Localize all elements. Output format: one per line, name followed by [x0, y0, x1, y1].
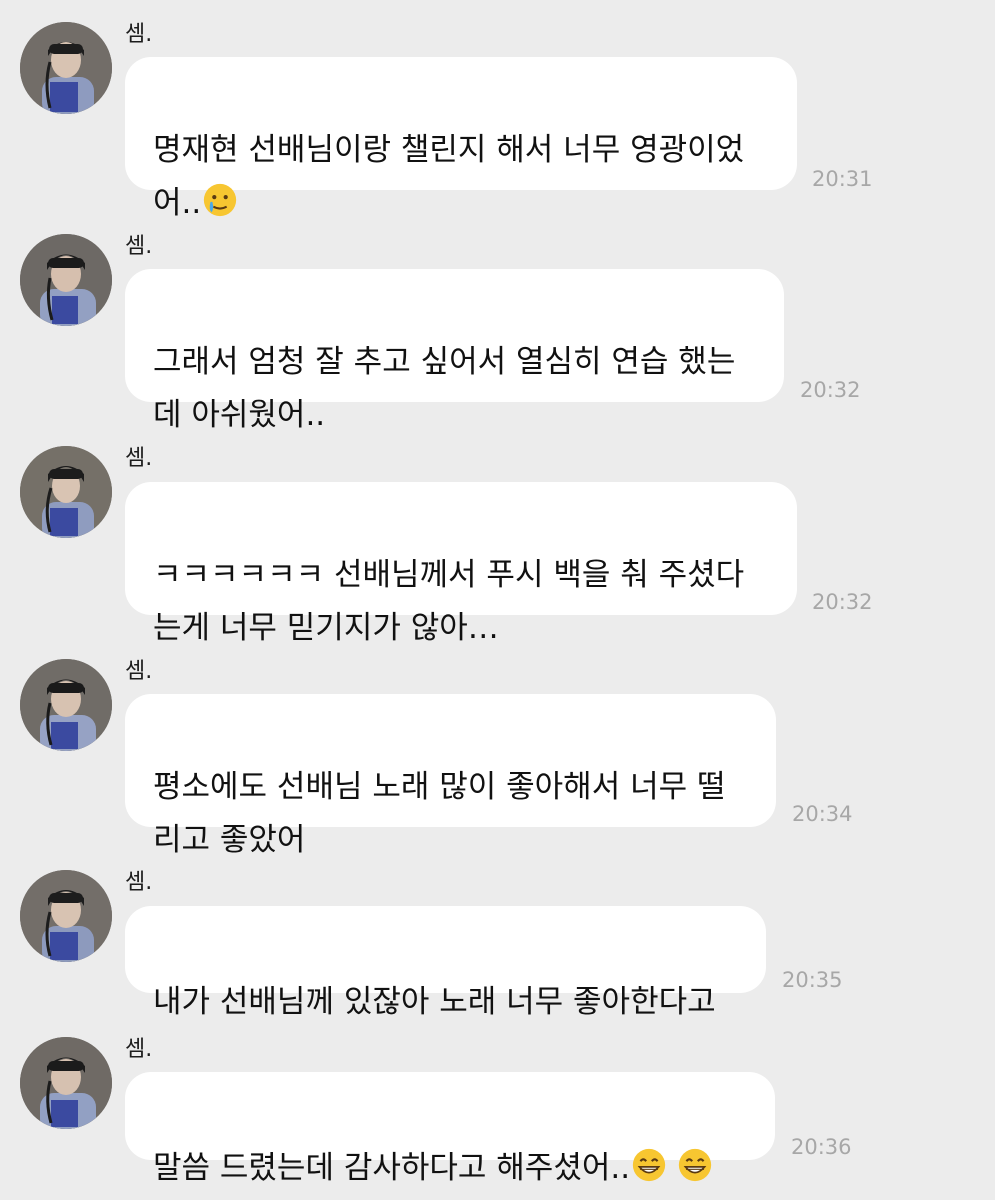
- avatar[interactable]: [20, 1037, 112, 1129]
- message-bubble[interactable]: 평소에도 선배님 노래 많이 좋아해서 너무 떨 리고 좋았어: [125, 694, 776, 858]
- sender-name: 셈.: [125, 234, 153, 259]
- avatar[interactable]: [20, 446, 112, 538]
- sender-name: 셈.: [125, 1037, 153, 1062]
- timestamp: 20:32: [812, 590, 873, 614]
- message-text: 평소에도 선배님 노래 많이 좋아해서 너무 떨 리고 좋았어: [153, 769, 726, 858]
- timestamp: 20:32: [800, 378, 861, 402]
- timestamp: 20:36: [791, 1135, 852, 1159]
- message-text: 말씀 드렸는데 감사하다고 해주셨어..: [153, 1150, 631, 1186]
- avatar[interactable]: [20, 870, 112, 962]
- sender-name: 셈.: [125, 446, 153, 471]
- sender-name: 셈.: [125, 870, 153, 895]
- timestamp: 20:31: [812, 167, 873, 191]
- sender-name: 셈.: [125, 22, 153, 47]
- message-text: 내가 선배님께 있잖아 노래 너무 좋아한다고: [153, 984, 716, 1020]
- timestamp: 20:34: [792, 802, 853, 826]
- message-text: 그래서 엄청 잘 추고 싶어서 열심히 연습 했는 데 아쉬웠어..: [153, 344, 736, 433]
- chat-screen: { "messages": [ {"sender": "셈.", "text":…: [0, 0, 995, 1200]
- timestamp: 20:35: [782, 968, 843, 992]
- message-bubble[interactable]: 말씀 드렸는데 감사하다고 해주셨어..: [125, 1072, 775, 1186]
- message-text: ㅋㅋㅋㅋㅋㅋ 선배님께서 푸시 백을 춰 주셨다 는게 너무 믿기지가 않아…: [153, 557, 745, 646]
- avatar[interactable]: [20, 22, 112, 114]
- message-bubble[interactable]: ㅋㅋㅋㅋㅋㅋ 선배님께서 푸시 백을 춰 주셨다 는게 너무 믿기지가 않아…: [125, 482, 797, 646]
- grinning-face-icon: [632, 1148, 666, 1182]
- sender-name: 셈.: [125, 659, 153, 684]
- message-bubble[interactable]: 그래서 엄청 잘 추고 싶어서 열심히 연습 했는 데 아쉬웠어..: [125, 269, 784, 433]
- crying-smile-icon: [204, 183, 237, 217]
- grinning-face-icon: [678, 1148, 712, 1182]
- message-text: 명재현 선배님이랑 챌린지 해서 너무 영광이었 어..: [153, 132, 745, 221]
- message-bubble[interactable]: 내가 선배님께 있잖아 노래 너무 좋아한다고: [125, 906, 766, 1020]
- message-bubble[interactable]: 명재현 선배님이랑 챌린지 해서 너무 영광이었 어..: [125, 57, 797, 221]
- avatar[interactable]: [20, 234, 112, 326]
- avatar[interactable]: [20, 659, 112, 751]
